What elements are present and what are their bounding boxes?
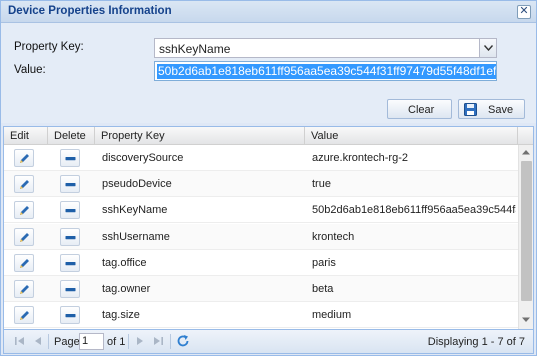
- clear-button[interactable]: Clear: [387, 99, 452, 119]
- property-key-cell: sshKeyName: [102, 204, 168, 217]
- column-header-delete[interactable]: Delete: [48, 127, 95, 144]
- property-key-cell: discoverySource: [102, 152, 184, 164]
- first-page-icon[interactable]: [14, 335, 26, 350]
- table-row[interactable]: pseudoDevice true: [4, 171, 518, 198]
- save-button-label: Save: [488, 104, 514, 116]
- value-cell: krontech: [312, 230, 355, 243]
- paging-toolbar: Page 1 of 1 Displaying 1 - 7 of 7: [3, 330, 534, 354]
- clear-button-label: Clear: [408, 104, 435, 116]
- delete-minus-icon[interactable]: [60, 253, 80, 272]
- edit-pencil-icon[interactable]: [14, 227, 34, 246]
- page-count-label: of 1: [107, 336, 126, 348]
- page-number-input[interactable]: 1: [79, 333, 104, 350]
- delete-minus-icon[interactable]: [60, 201, 80, 220]
- property-key-cell: pseudoDevice: [102, 178, 172, 191]
- value-cell: true: [312, 178, 331, 191]
- property-key-cell: tag.office: [102, 256, 147, 269]
- device-properties-window: Device Properties Information ✕ Property…: [0, 0, 537, 356]
- table-row[interactable]: discoverySource azure.krontech-rg-2: [4, 145, 518, 171]
- vertical-scrollbar[interactable]: [518, 145, 533, 329]
- window-title: Device Properties Information: [8, 5, 172, 17]
- edit-pencil-icon[interactable]: [14, 175, 34, 194]
- value-cell: 50b2d6ab1e818eb611ff956aa5ea39c544f3...: [312, 204, 516, 217]
- delete-minus-icon[interactable]: [60, 227, 80, 246]
- value-field[interactable]: 50b2d6ab1e818eb611ff956aa5ea39c544f31ff9…: [154, 61, 497, 81]
- edit-pencil-icon[interactable]: [14, 149, 34, 167]
- edit-pencil-icon[interactable]: [14, 306, 34, 325]
- value-label: Value:: [14, 64, 46, 76]
- grid-header: Edit Delete Property Key Value: [4, 127, 533, 145]
- save-button[interactable]: Save: [458, 99, 525, 119]
- properties-grid: Edit Delete Property Key Value discovery…: [3, 126, 534, 330]
- delete-minus-icon[interactable]: [60, 149, 80, 167]
- table-row[interactable]: tag.size medium: [4, 302, 518, 329]
- edit-pencil-icon[interactable]: [14, 201, 34, 220]
- property-key-cell: tag.size: [102, 309, 140, 322]
- window-titlebar: Device Properties Information ✕: [1, 1, 536, 23]
- table-row[interactable]: sshUsername krontech: [4, 223, 518, 250]
- prev-page-icon[interactable]: [32, 335, 44, 350]
- table-row[interactable]: tag.owner beta: [4, 276, 518, 302]
- delete-minus-icon[interactable]: [60, 175, 80, 194]
- property-key-cell: sshUsername: [102, 230, 170, 243]
- property-key-value: sshKeyName: [159, 42, 231, 56]
- scroll-down-icon[interactable]: [519, 314, 533, 328]
- last-page-icon[interactable]: [152, 335, 164, 350]
- save-disk-icon: [464, 103, 477, 119]
- property-key-label: Property Key:: [14, 41, 84, 53]
- pager-separator: [48, 334, 49, 349]
- close-icon[interactable]: ✕: [517, 5, 531, 19]
- value-cell: medium: [312, 309, 352, 322]
- delete-minus-icon[interactable]: [60, 280, 80, 298]
- paging-status: Displaying 1 - 7 of 7: [427, 336, 525, 348]
- column-header-property-key[interactable]: Property Key: [95, 127, 305, 144]
- pager-separator: [128, 334, 129, 349]
- table-row[interactable]: tag.office paris: [4, 249, 518, 276]
- page-label: Page: [54, 336, 80, 348]
- property-key-combo[interactable]: sshKeyName: [154, 38, 497, 58]
- scrollbar-thumb[interactable]: [521, 161, 532, 301]
- next-page-icon[interactable]: [134, 335, 146, 350]
- column-header-value[interactable]: Value: [305, 127, 518, 144]
- pager-separator: [170, 334, 171, 349]
- dropdown-arrow-icon[interactable]: [479, 39, 496, 57]
- delete-minus-icon[interactable]: [60, 306, 80, 325]
- refresh-icon[interactable]: [176, 334, 190, 351]
- column-header-edit[interactable]: Edit: [4, 127, 48, 144]
- table-row[interactable]: sshKeyName 50b2d6ab1e818eb611ff956aa5ea39…: [4, 197, 518, 224]
- property-key-cell: tag.owner: [102, 283, 151, 295]
- scroll-up-icon[interactable]: [519, 146, 533, 160]
- edit-pencil-icon[interactable]: [14, 253, 34, 272]
- property-form: Property Key: sshKeyName Value: 50b2d6ab…: [1, 23, 536, 123]
- value-cell: azure.krontech-rg-2: [312, 152, 408, 164]
- edit-pencil-icon[interactable]: [14, 280, 34, 298]
- value-selected-text: 50b2d6ab1e818eb611ff956aa5ea39c544f31ff9…: [157, 64, 496, 79]
- value-cell: beta: [312, 283, 334, 295]
- value-cell: paris: [312, 256, 336, 269]
